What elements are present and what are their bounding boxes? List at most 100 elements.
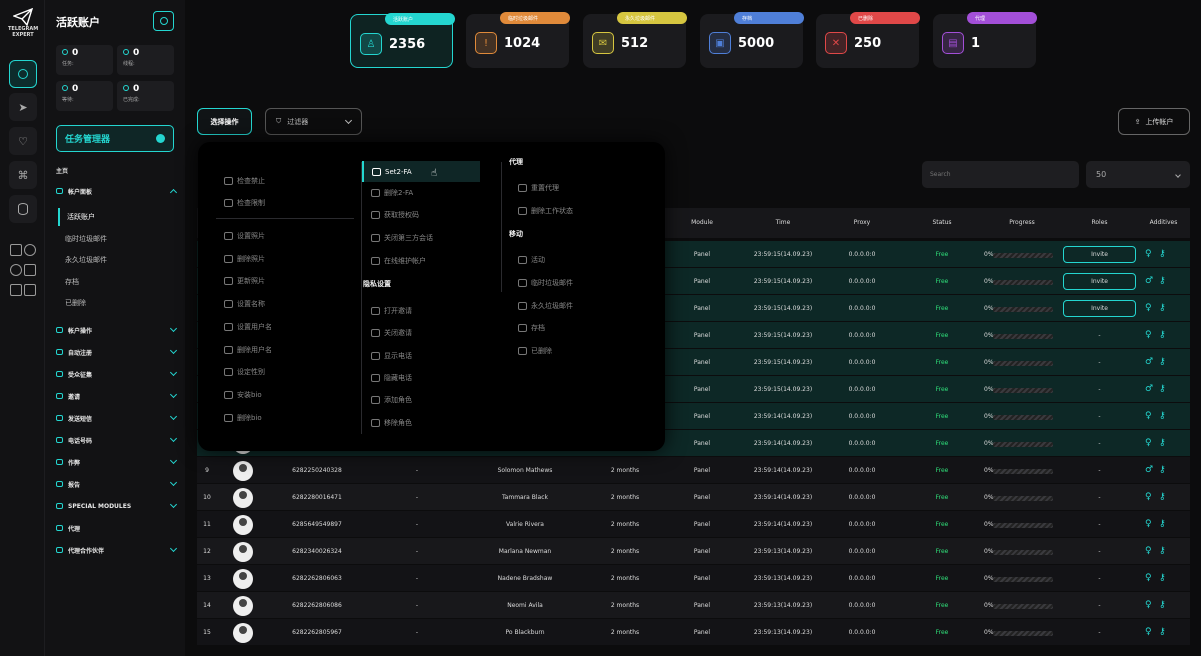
key-icon[interactable]: ⚷ [1159, 573, 1166, 583]
table-row[interactable]: 10 6282280016471 - Tammara Black 2 months Pan… [197, 484, 1190, 511]
nav-sub-active-accounts[interactable]: 活跃账户 [58, 208, 174, 226]
key-icon[interactable]: ⚷ [1159, 465, 1166, 475]
profile-button[interactable] [153, 11, 174, 31]
gender-icon[interactable]: ♀ [1145, 573, 1152, 583]
menu-item[interactable]: 打开邀请 [371, 303, 412, 319]
card-4[interactable]: 已删除 ✕ 250 [816, 12, 920, 68]
col-header-additives[interactable]: Additives [1137, 208, 1190, 238]
gender-icon[interactable]: ♀ [1145, 249, 1152, 259]
gender-icon[interactable]: ♀ [1145, 600, 1152, 610]
menu-item[interactable]: 删除2-FA [371, 185, 413, 201]
gender-icon[interactable]: ♂ [1145, 357, 1153, 367]
key-icon[interactable]: ⚷ [1159, 276, 1166, 286]
col-header-status[interactable]: Status [902, 208, 982, 238]
col-header-proxy[interactable]: Proxy [822, 208, 902, 238]
menu-item[interactable]: 关闭邀请 [371, 325, 412, 341]
col-header-module[interactable]: Module [667, 208, 737, 238]
card-5[interactable]: 代理 ▤ 1 [933, 12, 1037, 68]
card-1[interactable]: 临时垃圾邮件! 1024 [466, 12, 570, 68]
document-icon[interactable] [10, 284, 22, 296]
menu-item[interactable]: 移除角色 [371, 415, 412, 431]
table-row[interactable]: 12 6282340026324 - Marlana Newman 2 months Pa… [197, 538, 1190, 565]
gender-icon[interactable]: ♀ [1145, 330, 1152, 340]
menu-item[interactable]: 设置照片 [224, 228, 265, 244]
rail-send-button[interactable]: ➤ [9, 93, 37, 121]
menu-item[interactable]: 添加角色 [371, 392, 412, 408]
nav-auto-register[interactable]: 自动注册 [56, 345, 178, 359]
settings-icon[interactable] [10, 264, 22, 276]
menu-item[interactable]: 重置代理 [518, 180, 559, 196]
gender-icon[interactable]: ♀ [1145, 303, 1152, 313]
select-operation-button[interactable]: 选择操作 [197, 108, 252, 135]
grid-icon[interactable] [24, 284, 36, 296]
menu-item[interactable]: 设定性别 [224, 364, 265, 380]
role-invite-button[interactable]: Invite [1063, 246, 1136, 263]
menu-item[interactable]: 删除用户名 [224, 342, 272, 358]
nav-special-modules[interactable]: SPECIAL MODULES [56, 499, 178, 513]
nav-audience[interactable]: 受众征集 [56, 367, 178, 381]
nav-report[interactable]: 报告 [56, 477, 178, 491]
menu-item[interactable]: 安装bio [224, 387, 262, 403]
menu-item[interactable]: 更新照片 [224, 273, 265, 289]
gender-icon[interactable]: ♂ [1145, 384, 1153, 394]
nav-proxy[interactable]: 代理 [56, 521, 176, 535]
key-icon[interactable]: ⚷ [1159, 627, 1166, 637]
col-header-roles[interactable]: Roles [1062, 208, 1137, 238]
id-card-icon[interactable] [10, 244, 22, 256]
menu-item[interactable]: 检查限制 [224, 195, 265, 211]
gender-icon[interactable]: ♀ [1145, 492, 1152, 502]
gender-icon[interactable]: ♀ [1145, 546, 1152, 556]
menu-item[interactable]: 活动 [518, 252, 545, 268]
table-row[interactable]: 15 6282262805967 - Po Blackburn 2 months Pane… [197, 619, 1190, 646]
nav-sub-temp-spam[interactable]: 临时垃圾邮件 [58, 230, 174, 248]
gender-icon[interactable]: ♀ [1145, 519, 1152, 529]
nav-invite[interactable]: 邀请 [56, 389, 178, 403]
key-icon[interactable]: ⚷ [1159, 384, 1166, 394]
col-header-time[interactable]: Time [743, 208, 823, 238]
gender-icon[interactable]: ♂ [1145, 276, 1153, 286]
nav-accounts-panel[interactable]: 帐户面板 [56, 184, 178, 198]
key-icon[interactable]: ⚷ [1159, 519, 1166, 529]
task-manager-button[interactable]: 任务管理器 [56, 125, 174, 152]
search-input[interactable] [922, 161, 1079, 188]
key-icon[interactable]: ⚷ [1159, 600, 1166, 610]
menu-item[interactable]: 关闭第三方会话 [371, 230, 433, 246]
key-icon[interactable]: ⚷ [1159, 438, 1166, 448]
menu-item[interactable]: 显示电话 [371, 348, 412, 364]
role-invite-button[interactable]: Invite [1063, 300, 1136, 317]
col-header-progress[interactable]: Progress [982, 208, 1062, 238]
card-0[interactable]: 活跃账户 ♙ 2356 [350, 13, 455, 68]
menu-item[interactable]: 删除bio [224, 410, 262, 426]
menu-item[interactable]: 隐藏电话 [371, 370, 412, 386]
nav-sub-perm-spam[interactable]: 永久垃圾邮件 [58, 251, 174, 269]
table-row[interactable]: 11 6285649549897 - Valrie Rivera 2 months Pan… [197, 511, 1190, 538]
menu-item[interactable]: 检查禁止 [224, 173, 265, 189]
nav-cheat[interactable]: 作弊 [56, 455, 178, 469]
card-2[interactable]: 永久垃圾邮件 ✉ 512 [583, 12, 687, 68]
gender-icon[interactable]: ♀ [1145, 627, 1152, 637]
calendar-icon[interactable] [24, 264, 36, 276]
key-icon[interactable]: ⚷ [1159, 546, 1166, 556]
rail-command-button[interactable]: ⌘ [9, 161, 37, 189]
nav-sub-archive[interactable]: 存档 [58, 273, 174, 291]
nav-home[interactable]: 主页 [56, 166, 68, 175]
rail-heart-button[interactable]: ♡ [9, 127, 37, 155]
nav-phone-numbers[interactable]: 电话号码 [56, 433, 178, 447]
nav-proxy-partners[interactable]: 代理合作伙伴 [56, 543, 178, 557]
user-circle-icon[interactable] [24, 244, 36, 256]
gender-icon[interactable]: ♀ [1145, 438, 1152, 448]
table-row[interactable]: 13 6282262806063 - Nadene Bradshaw 2 months P… [197, 565, 1190, 592]
menu-item[interactable]: Set2-FA [362, 161, 480, 182]
gender-icon[interactable]: ♂ [1145, 465, 1153, 475]
key-icon[interactable]: ⚷ [1159, 357, 1166, 367]
menu-item[interactable]: 删除照片 [224, 251, 265, 267]
key-icon[interactable]: ⚷ [1159, 249, 1166, 259]
nav-account-ops[interactable]: 帐户操作 [56, 323, 178, 337]
nav-sub-deleted[interactable]: 已删除 [58, 294, 174, 312]
key-icon[interactable]: ⚷ [1159, 492, 1166, 502]
menu-item[interactable]: 已删除 [518, 343, 552, 359]
table-row[interactable]: 9 6282250240328 - Solomon Mathews 2 months Pa… [197, 457, 1190, 484]
menu-item[interactable]: 设置名称 [224, 296, 265, 312]
menu-item[interactable]: 在线维护帐户 [371, 253, 426, 269]
rail-database-button[interactable] [9, 195, 37, 223]
